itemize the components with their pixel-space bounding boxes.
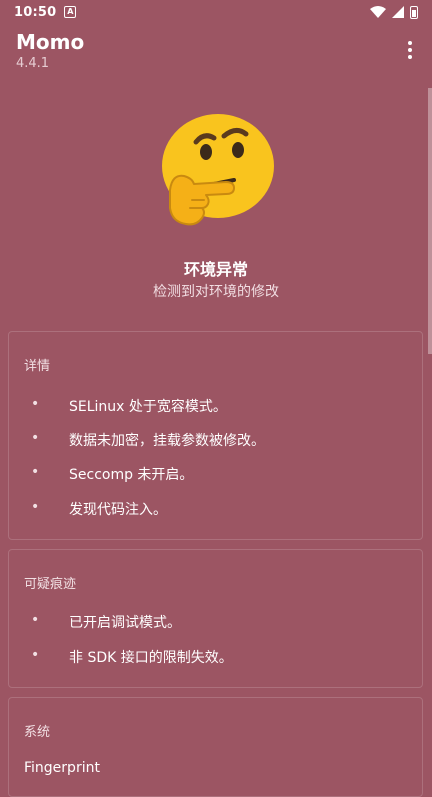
list-item-text: 发现代码注入。	[69, 502, 167, 518]
details-card: 详情 • SELinux 处于宽容模式。 • 数据未加密，挂载参数被修改。 • …	[8, 331, 423, 540]
status-bar-right	[370, 5, 418, 19]
environment-status-subtitle: 检测到对环境的修改	[153, 284, 279, 300]
details-card-title: 详情	[24, 359, 51, 374]
list-item-text: 非 SDK 接口的限制失效。	[69, 650, 233, 666]
environment-status-title: 环境异常	[183, 260, 248, 279]
app-title: Momo	[16, 30, 85, 54]
suspicious-card-title: 可疑痕迹	[24, 577, 77, 592]
list-item: • 数据未加密，挂载参数被修改。	[9, 430, 422, 454]
bullet-icon: •	[31, 499, 40, 515]
notification-icon: A	[64, 6, 77, 18]
scrollbar[interactable]	[428, 88, 432, 354]
system-card-title: 系统	[24, 725, 51, 740]
battery-icon	[410, 5, 418, 19]
bullet-icon: •	[31, 396, 40, 412]
bullet-icon: •	[31, 647, 40, 663]
status-bar-left: 10:50 A	[14, 4, 77, 20]
bullet-icon: •	[31, 464, 40, 480]
list-item: • Seccomp 未开启。	[9, 464, 422, 488]
suspicious-traces-card: 可疑痕迹 • 已开启调试模式。 • 非 SDK 接口的限制失效。	[8, 549, 423, 688]
clock: 10:50	[14, 4, 57, 20]
wifi-icon	[370, 6, 386, 18]
list-item-text: 已开启调试模式。	[69, 615, 181, 631]
more-dot	[408, 55, 412, 59]
more-dot	[408, 41, 412, 45]
fingerprint-label: Fingerprint	[24, 760, 100, 776]
app-version: 4.4.1	[16, 56, 50, 71]
thinking-face-icon	[162, 114, 274, 226]
bullet-icon: •	[31, 612, 40, 628]
more-dot	[408, 48, 412, 52]
status-bar: 10:50 A	[0, 0, 432, 24]
system-card: 系统 Fingerprint	[8, 697, 423, 797]
list-item-text: SELinux 处于宽容模式。	[69, 399, 227, 415]
bullet-icon: •	[31, 430, 40, 446]
cell-signal-icon	[392, 6, 404, 18]
list-item-text: 数据未加密，挂载参数被修改。	[69, 433, 265, 449]
list-item: • 非 SDK 接口的限制失效。	[9, 647, 422, 671]
list-item: • SELinux 处于宽容模式。	[9, 396, 422, 420]
app-bar: Momo 4.4.1	[0, 24, 432, 84]
more-options-button[interactable]	[400, 38, 420, 62]
list-item: • 已开启调试模式。	[9, 612, 422, 636]
list-item: • 发现代码注入。	[9, 499, 422, 523]
list-item-text: Seccomp 未开启。	[69, 467, 194, 483]
